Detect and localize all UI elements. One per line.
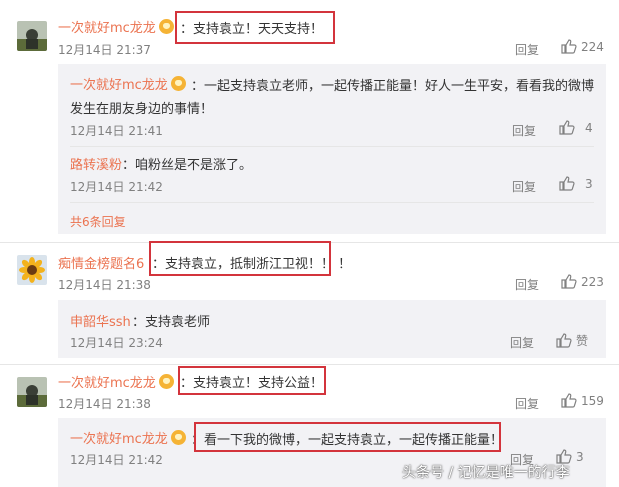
reply-username[interactable]: 一次就好mc龙龙 xyxy=(70,428,186,447)
like-count: 159 xyxy=(581,393,604,408)
reply-text-continued: 发生在朋友身边的事情！ xyxy=(70,102,214,117)
comment-date: 12月14日 21:38 xyxy=(58,278,151,292)
like-count: 3 xyxy=(576,449,584,464)
thumbs-up-icon xyxy=(561,393,577,408)
comment-date: 12月14日 21:37 xyxy=(58,43,151,57)
like-count: 224 xyxy=(581,39,604,54)
reply-text: ：一起支持袁立老师，一起传播正能量！好人一生平安，看看我的微博 xyxy=(191,79,595,94)
highlight-box xyxy=(149,241,331,276)
comment-username[interactable]: 痴情金榜题名6 xyxy=(58,253,144,272)
reply-date: 12月14日 23:24 xyxy=(70,336,163,350)
comment-username[interactable]: 一次就好mc龙龙 xyxy=(58,17,174,36)
vip-badge-icon xyxy=(170,76,186,91)
reply-button[interactable]: 回复 xyxy=(515,41,539,58)
vip-badge-icon xyxy=(158,19,174,34)
like-count: 223 xyxy=(581,274,604,289)
reply-date: 12月14日 21:42 xyxy=(70,180,163,194)
thumbs-up-icon xyxy=(561,39,577,54)
highlight-box xyxy=(178,366,326,395)
like-button[interactable]: 223 xyxy=(561,274,604,289)
like-count: 4 xyxy=(585,120,593,135)
like-button[interactable]: 3 xyxy=(559,176,593,191)
like-button[interactable]: 224 xyxy=(561,39,604,54)
like-button[interactable]: 159 xyxy=(561,393,604,408)
like-button[interactable]: 4 xyxy=(559,120,593,135)
vip-badge-icon xyxy=(158,374,174,389)
thumbs-up-icon xyxy=(556,333,572,348)
comment-username[interactable]: 一次就好mc龙龙 xyxy=(58,372,174,391)
divider xyxy=(70,202,594,203)
reply-username[interactable]: 一次就好mc龙龙 xyxy=(70,74,186,93)
more-replies-link[interactable]: 共6条回复 xyxy=(70,213,126,230)
divider xyxy=(70,146,594,147)
highlight-box xyxy=(194,422,501,452)
avatar-image xyxy=(17,21,47,51)
avatar[interactable] xyxy=(17,255,47,285)
divider xyxy=(0,364,619,365)
vip-badge-icon xyxy=(170,430,186,445)
reply-date: 12月14日 21:41 xyxy=(70,124,163,138)
watermark: 头条号 / 记忆是唯一的行李 xyxy=(402,465,570,481)
reply-button[interactable]: 回复 xyxy=(510,334,534,351)
reply-text: ：咱粉丝是不是涨了。 xyxy=(122,158,253,173)
reply-button[interactable]: 回复 xyxy=(515,276,539,293)
avatar[interactable] xyxy=(17,21,47,51)
highlight-box xyxy=(175,11,335,44)
reply-date: 12月14日 21:42 xyxy=(70,453,163,467)
thumbs-up-icon xyxy=(559,120,575,135)
reply-button[interactable]: 回复 xyxy=(512,178,536,195)
avatar-image xyxy=(17,377,47,407)
reply-text: ：支持袁老师 xyxy=(132,315,211,330)
reply-username[interactable]: 路转溪粉 xyxy=(70,154,122,173)
thumbs-up-icon xyxy=(559,176,575,191)
reply-username[interactable]: 申韶华ssh xyxy=(70,311,131,330)
avatar[interactable] xyxy=(17,377,47,407)
like-label: 赞 xyxy=(576,334,589,348)
like-button[interactable]: 赞 xyxy=(556,332,588,349)
like-count: 3 xyxy=(585,176,593,191)
avatar-image xyxy=(17,255,47,285)
reply-button[interactable]: 回复 xyxy=(512,122,536,139)
reply-button[interactable]: 回复 xyxy=(515,395,539,412)
comment-date: 12月14日 21:38 xyxy=(58,397,151,411)
thumbs-up-icon xyxy=(561,274,577,289)
